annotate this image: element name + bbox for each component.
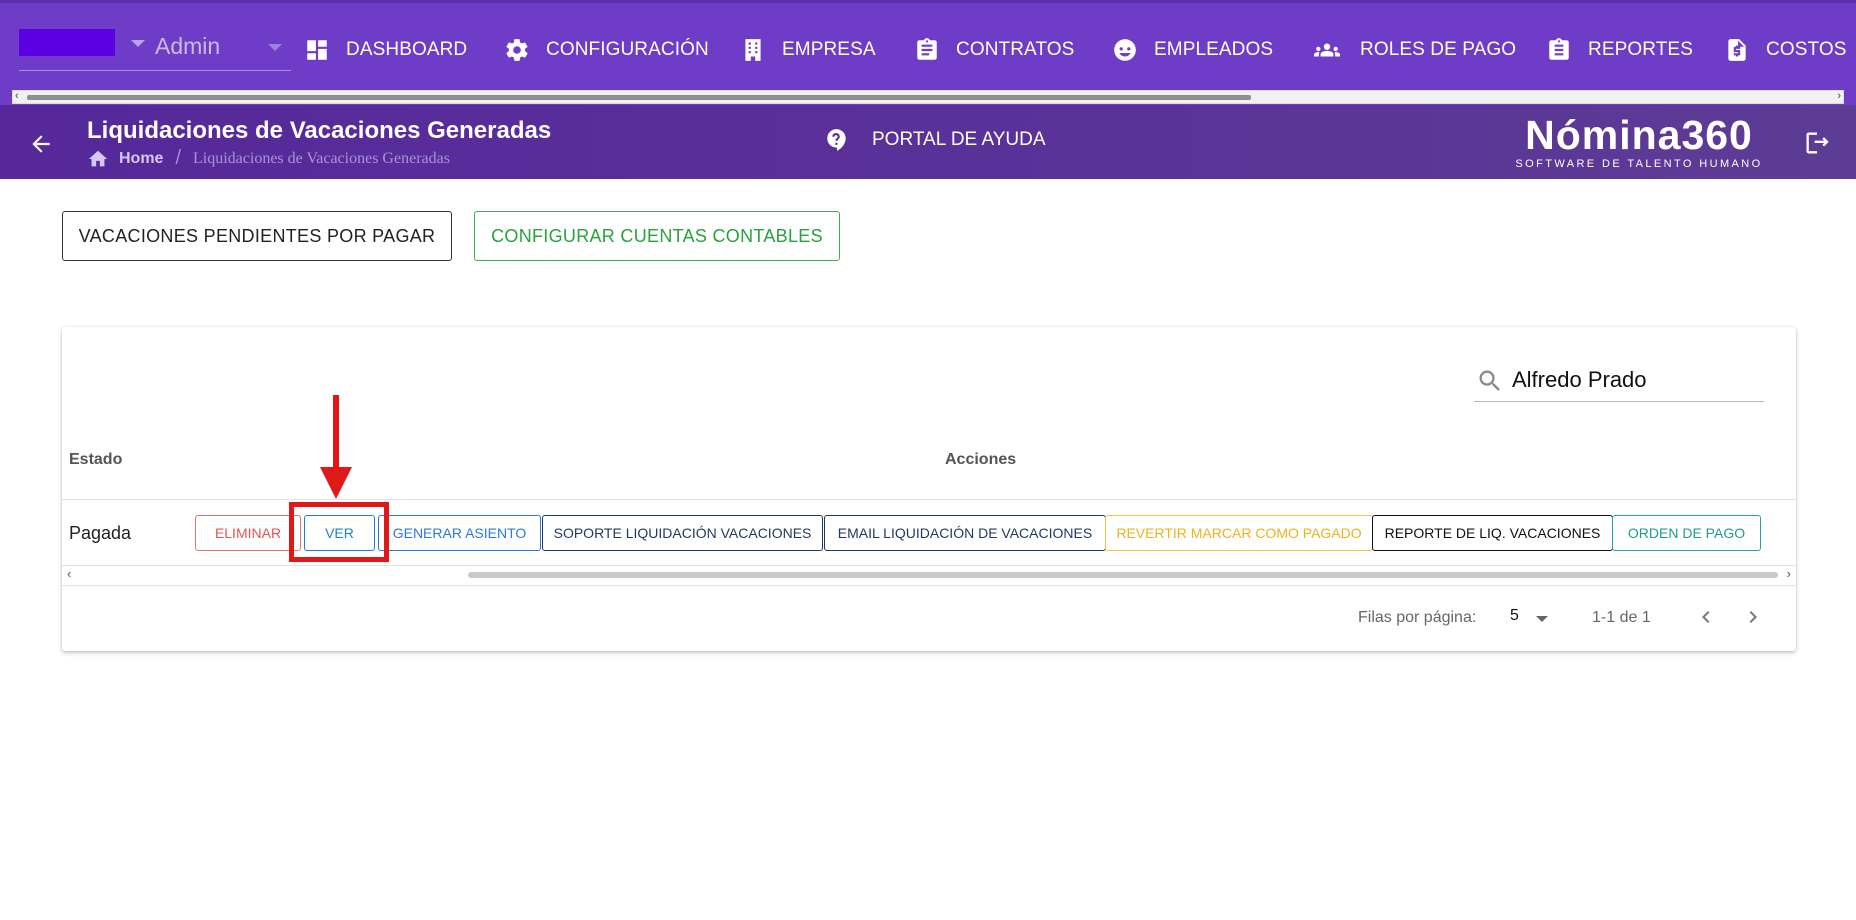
role-selector[interactable]: Admin bbox=[155, 33, 220, 60]
logout-icon[interactable] bbox=[1803, 129, 1831, 157]
nav-contratos[interactable]: CONTRATOS bbox=[914, 33, 1074, 67]
table-horizontal-scrollbar[interactable]: ‹ › bbox=[62, 566, 1796, 581]
scroll-left-icon[interactable]: ‹ bbox=[15, 90, 19, 102]
clipboard-icon bbox=[917, 38, 937, 60]
breadcrumb-current: Liquidaciones de Vacaciones Generadas bbox=[193, 149, 450, 167]
dashboard-icon bbox=[307, 40, 327, 60]
home-icon[interactable] bbox=[87, 148, 109, 170]
row-divider bbox=[62, 565, 1796, 566]
nav-empresa[interactable]: EMPRESA bbox=[740, 33, 876, 67]
footer-divider bbox=[62, 585, 1796, 586]
nav-label: ROLES DE PAGO bbox=[1360, 39, 1517, 60]
nav-horizontal-scrollbar[interactable]: ‹ › bbox=[12, 90, 1844, 104]
nav-label: EMPRESA bbox=[782, 39, 876, 60]
company-selector[interactable] bbox=[19, 29, 115, 56]
role-selector-underline bbox=[155, 70, 291, 71]
cost-file-icon bbox=[1728, 39, 1746, 61]
chevron-down-icon[interactable] bbox=[1536, 616, 1548, 622]
page-title: Liquidaciones de Vacaciones Generadas bbox=[87, 117, 552, 144]
payment-order-button[interactable]: ORDEN DE PAGO bbox=[1612, 515, 1761, 551]
nav-dashboard[interactable]: DASHBOARD bbox=[304, 33, 467, 67]
liquidation-report-button[interactable]: REPORTE DE LIQ. VACACIONES bbox=[1372, 515, 1613, 551]
company-selector-underline bbox=[19, 70, 155, 71]
delete-button[interactable]: ELIMINAR bbox=[195, 515, 301, 551]
previous-page-icon[interactable] bbox=[1694, 605, 1718, 629]
nav-label: COSTOS bbox=[1766, 39, 1847, 60]
pending-vacations-button[interactable]: VACACIONES PENDIENTES POR PAGAR bbox=[62, 211, 452, 261]
nav-label: CONTRATOS bbox=[956, 39, 1075, 60]
top-navigation: Admin DASHBOARD CONFIGURACIÓN EMPRESA CO… bbox=[0, 0, 1856, 105]
annotation-highlight-box bbox=[289, 502, 389, 562]
search-field[interactable] bbox=[1474, 357, 1764, 402]
nav-roles-de-pago[interactable]: ROLES DE PAGO bbox=[1310, 33, 1516, 67]
column-header-estado[interactable]: Estado bbox=[69, 451, 122, 469]
scrollbar-thumb[interactable] bbox=[27, 95, 1251, 100]
nav-label: CONFIGURACIÓN bbox=[546, 39, 709, 60]
header-divider bbox=[62, 499, 1796, 500]
nav-label: REPORTES bbox=[1588, 39, 1693, 60]
status-cell: Pagada bbox=[69, 523, 132, 543]
rows-per-page-label: Filas por página: bbox=[1358, 609, 1477, 626]
building-icon bbox=[745, 39, 761, 61]
brand-logo: Nómina360 SOFTWARE DE TALENTO HUMANO bbox=[1514, 113, 1764, 171]
help-bubble-icon bbox=[827, 129, 846, 151]
nav-label: EMPLEADOS bbox=[1154, 39, 1274, 60]
column-header-acciones: Acciones bbox=[945, 451, 1017, 468]
scroll-right-icon[interactable]: › bbox=[1787, 566, 1791, 581]
liquidation-support-button[interactable]: SOPORTE LIQUIDACIÓN VACACIONES bbox=[542, 515, 823, 551]
nav-reportes[interactable]: REPORTES bbox=[1546, 33, 1693, 67]
rows-per-page-select[interactable]: 5 bbox=[1510, 607, 1519, 625]
pagination-range: 1-1 de 1 bbox=[1592, 609, 1651, 626]
nav-label: DASHBOARD bbox=[346, 39, 468, 60]
page-header: Liquidaciones de Vacaciones Generadas Ho… bbox=[0, 105, 1856, 179]
nav-configuracion[interactable]: CONFIGURACIÓN bbox=[504, 33, 709, 67]
nav-costos[interactable]: COSTOS bbox=[1724, 33, 1847, 67]
back-arrow-icon[interactable] bbox=[28, 131, 54, 157]
help-portal-link[interactable]: PORTAL DE AYUDA bbox=[824, 127, 1046, 153]
scroll-left-icon[interactable]: ‹ bbox=[67, 566, 71, 581]
report-icon bbox=[1549, 38, 1569, 60]
chevron-down-icon[interactable] bbox=[131, 40, 145, 47]
breadcrumb-separator: / bbox=[175, 147, 182, 169]
nav-empleados[interactable]: EMPLEADOS bbox=[1112, 33, 1273, 67]
search-input[interactable] bbox=[1512, 363, 1752, 397]
logo-text: Nómina360 bbox=[1525, 112, 1753, 158]
revert-paid-button[interactable]: REVERTIR MARCAR COMO PAGADO bbox=[1105, 515, 1373, 551]
scroll-right-icon[interactable]: › bbox=[1837, 90, 1841, 102]
scrollbar-thumb[interactable] bbox=[468, 572, 1778, 578]
email-liquidation-button[interactable]: EMAIL LIQUIDACIÓN DE VACACIONES bbox=[824, 515, 1106, 551]
breadcrumb: Home / Liquidaciones de Vacaciones Gener… bbox=[87, 147, 450, 170]
gear-icon bbox=[506, 39, 528, 61]
people-icon bbox=[1314, 43, 1340, 57]
data-table-card: Estado Acciones Pagada ELIMINAR VER GENE… bbox=[62, 327, 1796, 651]
generate-entry-button[interactable]: GENERAR ASIENTO bbox=[378, 515, 541, 551]
face-icon bbox=[1114, 39, 1136, 61]
logo-tagline: SOFTWARE DE TALENTO HUMANO bbox=[1515, 158, 1763, 170]
chevron-down-icon[interactable] bbox=[268, 44, 282, 51]
next-page-icon[interactable] bbox=[1741, 605, 1765, 629]
help-portal-label: PORTAL DE AYUDA bbox=[872, 129, 1046, 150]
annotation-arrow-icon bbox=[320, 395, 352, 499]
breadcrumb-home[interactable]: Home bbox=[119, 150, 163, 168]
search-icon bbox=[1479, 370, 1500, 391]
configure-accounts-button[interactable]: CONFIGURAR CUENTAS CONTABLES bbox=[474, 211, 840, 261]
